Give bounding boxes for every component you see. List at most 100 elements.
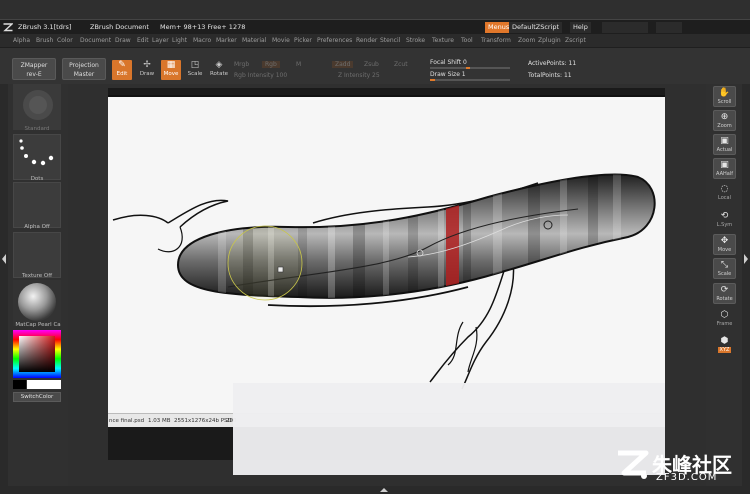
- rotate-icon: ⟳: [720, 285, 729, 295]
- menu-color[interactable]: Color: [57, 37, 73, 44]
- texture-label: Texture Off: [21, 273, 52, 279]
- bottom-tray-bar: [0, 486, 750, 494]
- xyz-button[interactable]: ⬢ XYZ: [713, 334, 736, 355]
- menu-picker[interactable]: Picker: [294, 37, 312, 44]
- move-icon: ✥: [720, 236, 729, 246]
- scale-label: Scale: [187, 71, 203, 77]
- draw-size-slider[interactable]: [430, 79, 510, 81]
- rgb-button[interactable]: Rgb: [262, 61, 280, 68]
- draw-tool-button[interactable]: ✢ Draw: [137, 60, 157, 80]
- local-button[interactable]: ◌ Local: [713, 182, 736, 203]
- material-label: MatCap Pearl Ca: [15, 322, 61, 328]
- scale-icon: ⤡: [720, 260, 729, 270]
- alpha-thumbnail[interactable]: [13, 182, 61, 228]
- actual-label: Actual: [716, 147, 733, 153]
- zoom-button[interactable]: ⊕ Zoom: [713, 110, 736, 131]
- menu-zplugin[interactable]: Zplugin: [538, 37, 561, 44]
- menu-tool[interactable]: Tool: [461, 37, 473, 44]
- projection-label: Projection: [69, 62, 99, 69]
- matcap-sphere-icon: [18, 283, 56, 321]
- brush-label: Standard: [24, 126, 50, 132]
- texture-thumbnail[interactable]: [13, 232, 61, 278]
- switch-color-button[interactable]: SwitchColor: [13, 392, 61, 402]
- m-button[interactable]: M: [296, 61, 301, 68]
- menu-material[interactable]: Material: [242, 37, 266, 44]
- zmapper-button[interactable]: ZMapper rev-E: [12, 58, 56, 80]
- l-sym-button[interactable]: ⟲ L.Sym: [713, 209, 736, 230]
- menu-transform[interactable]: Transform: [481, 37, 511, 44]
- color-picker[interactable]: [13, 330, 61, 378]
- frame-icon: ⬡: [720, 310, 729, 320]
- watermark-logo-icon: [618, 450, 649, 479]
- menu-zscript[interactable]: Zscript: [565, 37, 586, 44]
- zsub-button[interactable]: Zsub: [364, 61, 379, 68]
- draw-label: Draw: [139, 71, 155, 77]
- move-tool-button[interactable]: ▦ Move: [161, 60, 181, 80]
- edit-label: Edit: [116, 71, 128, 77]
- focal-shift-slider[interactable]: [430, 67, 510, 69]
- rgb-intensity-slider[interactable]: Rgb Intensity 100: [234, 72, 287, 79]
- brush-thumbnail[interactable]: [13, 84, 61, 130]
- zmapper-label: ZMapper: [20, 62, 48, 69]
- right-tray-handle[interactable]: [742, 84, 750, 486]
- menu-layer[interactable]: Layer: [152, 37, 169, 44]
- actual-button[interactable]: ▣ Actual: [713, 134, 736, 155]
- menu-document[interactable]: Document: [80, 37, 111, 44]
- menu-brush[interactable]: Brush: [36, 37, 53, 44]
- menu-stencil[interactable]: Stencil: [380, 37, 400, 44]
- frame-button[interactable]: ⬡ Frame: [713, 308, 736, 329]
- edit-tool-button[interactable]: ✎ Edit: [112, 60, 132, 80]
- rotate-label: Rotate: [716, 296, 733, 302]
- left-tray-arrow-icon: [2, 254, 6, 264]
- projection-master-button[interactable]: Projection Master: [62, 58, 106, 80]
- scale-button[interactable]: ⤡ Scale: [713, 258, 736, 279]
- mrgb-button[interactable]: Mrgb: [234, 61, 249, 68]
- stroke-thumbnail[interactable]: [13, 134, 61, 180]
- scroll-label: Scroll: [717, 99, 732, 105]
- sculpt-viewport[interactable]: [108, 97, 665, 413]
- menu-render[interactable]: Render: [356, 37, 377, 44]
- scale-icon: ◳: [190, 60, 200, 70]
- menu-preferences[interactable]: Preferences: [317, 37, 352, 44]
- rotate-icon: ◈: [215, 60, 223, 70]
- active-points-readout: ActivePoints: 11: [528, 60, 577, 67]
- menu-marker[interactable]: Marker: [216, 37, 237, 44]
- scale-tool-button[interactable]: ◳ Scale: [185, 60, 205, 80]
- menu-edit[interactable]: Edit: [137, 37, 149, 44]
- primary-color-swatch[interactable]: [13, 380, 26, 389]
- move-icon: ▦: [166, 60, 176, 70]
- material-thumbnail[interactable]: [13, 280, 61, 326]
- zcut-button[interactable]: Zcut: [394, 61, 408, 68]
- secondary-color-swatch[interactable]: [27, 380, 61, 389]
- rotate-button[interactable]: ⟳ Rotate: [713, 283, 736, 304]
- z-intensity-slider[interactable]: Z Intensity 25: [338, 72, 380, 79]
- zadd-button[interactable]: Zadd: [332, 61, 354, 68]
- menu-draw[interactable]: Draw: [115, 37, 131, 44]
- scroll-button[interactable]: ✋ Scroll: [713, 86, 736, 107]
- document-canvas[interactable]: [108, 95, 665, 413]
- default-zscript-button[interactable]: DefaultZScript: [509, 22, 563, 33]
- move-button[interactable]: ✥ Move: [713, 234, 736, 255]
- zoom-label: Zoom: [717, 123, 732, 129]
- menu-alpha[interactable]: Alpha: [13, 37, 30, 44]
- local-label: Local: [718, 195, 731, 201]
- menu-light[interactable]: Light: [172, 37, 187, 44]
- help-button[interactable]: Help: [570, 22, 591, 33]
- local-icon: ◌: [720, 184, 729, 194]
- menu-stroke[interactable]: Stroke: [406, 37, 425, 44]
- rotate-tool-button[interactable]: ◈ Rotate: [209, 60, 229, 80]
- top-shelf: ZMapper rev-E Projection Master ✎ Edit ✢…: [0, 48, 750, 84]
- focal-shift-label: Focal Shift 0: [430, 59, 467, 66]
- left-tray-handle[interactable]: [0, 84, 8, 486]
- alpha-label: Alpha Off: [24, 224, 50, 230]
- menu-movie[interactable]: Movie: [272, 37, 290, 44]
- main-menu-bar: Alpha Brush Color Document Draw Edit Layer Ligh…: [0, 34, 750, 48]
- menu-macro[interactable]: Macro: [193, 37, 211, 44]
- title-bar: ZBrush 3.1[tdrs] ZBrush Document Mem+ 98…: [0, 19, 750, 34]
- menu-zoom[interactable]: Zoom: [518, 37, 535, 44]
- menu-texture[interactable]: Texture: [432, 37, 454, 44]
- bottom-tray-arrow-icon[interactable]: [0, 486, 750, 494]
- window-controls[interactable]: [656, 22, 682, 33]
- projection-sublabel: Master: [73, 71, 95, 78]
- aahalf-button[interactable]: ▣ AAHalf: [713, 158, 736, 179]
